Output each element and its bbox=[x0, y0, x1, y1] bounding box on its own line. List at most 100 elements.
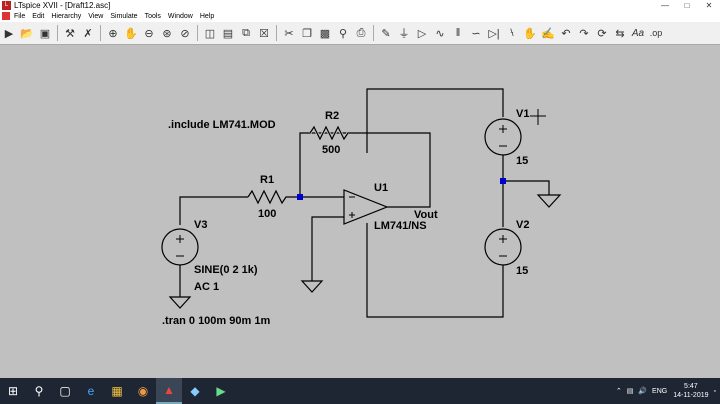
menu-bar: File Edit Hierarchy View Simulate Tools … bbox=[0, 11, 720, 22]
clock-date: 14-11-2019 bbox=[673, 392, 709, 399]
r2-name[interactable]: R2 bbox=[325, 110, 339, 122]
minimize-button[interactable]: — bbox=[654, 0, 676, 11]
v3-source-symbol bbox=[161, 228, 199, 266]
v2-value[interactable]: 15 bbox=[516, 265, 528, 277]
open-icon[interactable]: 📂 bbox=[20, 26, 35, 41]
chevron-up-icon[interactable]: ⌃ bbox=[616, 387, 622, 395]
notification-icon[interactable]: ▫ bbox=[714, 388, 716, 395]
u1-name[interactable]: U1 bbox=[374, 182, 388, 194]
network-icon[interactable]: ▤ bbox=[627, 387, 634, 395]
tran-directive[interactable]: .tran 0 100m 90m 1m bbox=[162, 315, 270, 327]
edge-icon[interactable]: e bbox=[78, 378, 104, 404]
task-view-icon[interactable]: ▢ bbox=[52, 378, 78, 404]
ground-icon[interactable]: ⏚ bbox=[397, 26, 412, 41]
ground-symbol-right bbox=[536, 194, 562, 208]
v1-value[interactable]: 15 bbox=[516, 155, 528, 167]
u1-model[interactable]: LM741/NS bbox=[374, 220, 427, 232]
control-panel-icon[interactable]: ⚒ bbox=[63, 26, 78, 41]
toolbar: ▶ 📂 ▣ ⚒ ✗ ⊕ ✋ ⊖ ⊛ ⊘ ◫ ▤ ⧉ ☒ ✂ ❐ ▩ ⚲ ⎙ ✎ … bbox=[0, 22, 720, 45]
drag-icon[interactable]: ✍ bbox=[541, 26, 556, 41]
inductor-icon[interactable]: ∽ bbox=[469, 26, 484, 41]
v2-name[interactable]: V2 bbox=[516, 219, 529, 231]
menu-help[interactable]: Help bbox=[200, 11, 214, 22]
wire-feedback bbox=[299, 132, 431, 208]
crosshair-cursor-icon bbox=[530, 109, 546, 125]
toolbar-divider bbox=[100, 25, 101, 41]
label-icon[interactable]: ▷ bbox=[415, 26, 430, 41]
v3-value-sine[interactable]: SINE(0 2 1k) bbox=[194, 264, 258, 276]
undo-icon[interactable]: ↶ bbox=[559, 26, 574, 41]
tile-horizontal-icon[interactable]: ▤ bbox=[221, 26, 236, 41]
menu-tools[interactable]: Tools bbox=[145, 11, 161, 22]
window-title: LTspice XVII - [Draft12.asc] bbox=[14, 1, 111, 10]
menu-simulate[interactable]: Simulate bbox=[110, 11, 137, 22]
save-icon[interactable]: ▣ bbox=[38, 26, 53, 41]
clock-time: 5:47 bbox=[684, 383, 698, 390]
move-icon[interactable]: ✋ bbox=[523, 26, 538, 41]
close-button[interactable]: ✕ bbox=[698, 0, 720, 11]
system-tray: ⌃ ▤ 🔊 ENG 5:47 14-11-2019 ▫ bbox=[611, 378, 716, 404]
search-icon[interactable]: ⚲ bbox=[26, 378, 52, 404]
r1-resistor bbox=[247, 189, 300, 205]
v3-value-ac[interactable]: AC 1 bbox=[194, 281, 219, 293]
ltspice-icon[interactable]: ▲ bbox=[156, 378, 182, 404]
document-icon[interactable] bbox=[2, 12, 10, 20]
toolbar-divider bbox=[57, 25, 58, 41]
menu-view[interactable]: View bbox=[88, 11, 103, 22]
diode-icon[interactable]: ▷| bbox=[487, 26, 502, 41]
include-directive[interactable]: .include LM741.MOD bbox=[168, 119, 276, 131]
capacitor-icon[interactable]: ‖ bbox=[451, 26, 466, 41]
v1-name[interactable]: V1 bbox=[516, 108, 529, 120]
wire-icon[interactable]: ✎ bbox=[379, 26, 394, 41]
chrome-icon[interactable]: ◉ bbox=[130, 378, 156, 404]
zoom-out-icon[interactable]: ⊖ bbox=[142, 26, 157, 41]
zoom-in-icon[interactable]: ⊕ bbox=[106, 26, 121, 41]
ground-symbol-mid bbox=[300, 280, 324, 293]
clock[interactable]: 5:47 14-11-2019 bbox=[673, 382, 708, 400]
halt-icon[interactable]: ✗ bbox=[81, 26, 96, 41]
toolbar-divider bbox=[276, 25, 277, 41]
copy-icon[interactable]: ❐ bbox=[300, 26, 315, 41]
paste-icon[interactable]: ▩ bbox=[318, 26, 333, 41]
resistor-icon[interactable]: ∿ bbox=[433, 26, 448, 41]
wire-to-ground bbox=[503, 180, 550, 195]
tile-vertical-icon[interactable]: ◫ bbox=[203, 26, 218, 41]
menu-hierarchy[interactable]: Hierarchy bbox=[51, 11, 81, 22]
spice-directive-icon[interactable]: .op bbox=[649, 26, 664, 41]
opamp-symbol bbox=[343, 189, 389, 225]
menu-window[interactable]: Window bbox=[168, 11, 193, 22]
file-explorer-icon[interactable]: ▦ bbox=[104, 378, 130, 404]
rotate-icon[interactable]: ⟳ bbox=[595, 26, 610, 41]
r2-value[interactable]: 500 bbox=[322, 144, 340, 156]
schematic-canvas[interactable]: .include LM741.MOD R2 500 R1 100 U1 Vout… bbox=[0, 45, 720, 378]
mirror-icon[interactable]: ⇆ bbox=[613, 26, 628, 41]
r1-name[interactable]: R1 bbox=[260, 174, 274, 186]
menu-edit[interactable]: Edit bbox=[32, 11, 44, 22]
v3-name[interactable]: V3 bbox=[194, 219, 207, 231]
cut-icon[interactable]: ✂ bbox=[282, 26, 297, 41]
language-indicator[interactable]: ENG bbox=[652, 388, 667, 395]
redo-icon[interactable]: ↷ bbox=[577, 26, 592, 41]
zoom-fit-icon[interactable]: ⊛ bbox=[160, 26, 175, 41]
wire-v2-bottom bbox=[366, 223, 504, 318]
ground-symbol-left bbox=[168, 296, 192, 309]
component-icon[interactable]: ⧷ bbox=[505, 26, 520, 41]
run-icon[interactable]: ▶ bbox=[2, 26, 17, 41]
r1-value[interactable]: 100 bbox=[258, 208, 276, 220]
start-icon[interactable]: ⊞ bbox=[0, 378, 26, 404]
node-marker-ground bbox=[500, 178, 506, 184]
pan-icon[interactable]: ✋ bbox=[124, 26, 139, 41]
autoscale-icon[interactable]: ⊘ bbox=[178, 26, 193, 41]
volume-icon[interactable]: 🔊 bbox=[638, 387, 647, 395]
app-icon[interactable]: ◆ bbox=[182, 378, 208, 404]
maximize-button[interactable]: □ bbox=[676, 0, 698, 11]
close-window-icon[interactable]: ☒ bbox=[257, 26, 272, 41]
app2-icon[interactable]: ▶ bbox=[208, 378, 234, 404]
wire-v3-r1 bbox=[179, 196, 248, 225]
menu-file[interactable]: File bbox=[14, 11, 25, 22]
find-icon[interactable]: ⚲ bbox=[336, 26, 351, 41]
cascade-icon[interactable]: ⧉ bbox=[239, 26, 254, 41]
print-icon[interactable]: ⎙ bbox=[354, 26, 369, 41]
v1-source-symbol bbox=[484, 118, 522, 156]
text-icon[interactable]: Aa bbox=[631, 26, 646, 41]
